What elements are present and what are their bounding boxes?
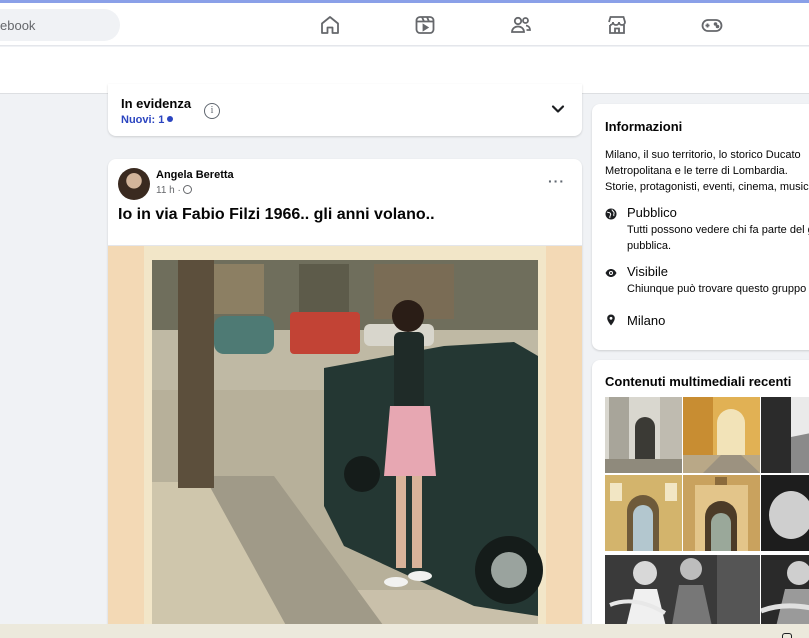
- media-thumbnail[interactable]: [605, 555, 760, 631]
- globe-icon: [182, 185, 192, 194]
- featured-title: In evidenza: [121, 96, 192, 111]
- bottom-taskbar: [0, 624, 809, 638]
- privacy-description-line: Tutti possono vedere chi fa parte del gr…: [627, 224, 809, 236]
- description-line: Storie, protagonisti, eventi, cinema, mu…: [605, 181, 809, 193]
- new-dot-icon: [167, 116, 174, 122]
- recent-media-title: Contenuti multimediali recenti: [605, 374, 792, 389]
- street-photo-image: [144, 246, 546, 638]
- ornate-portal-photo: [683, 475, 760, 551]
- privacy-label: Pubblico: [627, 205, 677, 220]
- video-icon[interactable]: [413, 13, 437, 37]
- description-line: Metropolitana e le terre di Lombardia.: [605, 165, 788, 177]
- privacy-description: Tutti possono vedere chi fa parte del gr…: [627, 222, 809, 254]
- privacy-description-line: pubblica.: [627, 240, 672, 252]
- archway-photo: [605, 397, 682, 473]
- post-text: Io in via Fabio Filzi 1966.. gli anni vo…: [118, 206, 435, 223]
- info-title: Informazioni: [605, 119, 683, 134]
- search-input[interactable]: [0, 9, 110, 41]
- globe-icon: [605, 208, 617, 220]
- yellow-courtyard-photo: [683, 397, 760, 473]
- media-thumbnail[interactable]: [761, 397, 809, 473]
- recent-media-card: Contenuti multimediali recenti: [592, 360, 809, 638]
- post-author[interactable]: Angela Beretta: [156, 169, 234, 181]
- info-icon[interactable]: i: [204, 103, 220, 119]
- post-meta: 11 h ·: [156, 185, 192, 196]
- search-box[interactable]: [0, 9, 120, 41]
- marketplace-icon[interactable]: [605, 13, 629, 37]
- visibility-label: Visibile: [627, 264, 668, 279]
- featured-new-count: Nuovi: 1: [121, 114, 174, 126]
- guitarist-photo: [761, 555, 809, 631]
- featured-section[interactable]: In evidenza Nuovi: 1 i: [108, 84, 582, 136]
- post-photo[interactable]: [108, 245, 582, 638]
- description-line: Milano, il suo territorio, lo storico Du…: [605, 149, 801, 161]
- media-thumbnail[interactable]: [605, 475, 682, 551]
- media-thumbnail[interactable]: [605, 397, 682, 473]
- black-white-photo: [761, 475, 809, 551]
- group-info-card: Informazioni Milano, il suo territorio, …: [592, 104, 809, 350]
- media-thumbnail[interactable]: [683, 475, 760, 551]
- top-navigation-bar: [0, 0, 809, 46]
- musicians-photo: [605, 555, 760, 631]
- home-icon[interactable]: [318, 13, 342, 37]
- location-pin-icon: [607, 314, 615, 326]
- post-time[interactable]: 11 h ·: [156, 185, 181, 196]
- location-label[interactable]: Milano: [627, 313, 665, 328]
- system-tray-icon[interactable]: [782, 633, 792, 638]
- visibility-description: Chiunque può trovare questo gruppo: [627, 283, 807, 295]
- post-card: Angela Beretta 11 h · ··· Io in via Fabi…: [108, 159, 582, 638]
- media-thumbnail[interactable]: [683, 397, 760, 473]
- media-thumbnail[interactable]: [761, 475, 809, 551]
- yellow-facade-photo: [605, 475, 682, 551]
- friends-icon[interactable]: [509, 13, 533, 37]
- eye-icon: [605, 269, 617, 277]
- group-description: Milano, il suo territorio, lo storico Du…: [605, 147, 809, 195]
- more-options-icon[interactable]: ···: [548, 173, 565, 189]
- media-thumbnail[interactable]: [761, 555, 809, 631]
- avatar[interactable]: [118, 168, 150, 200]
- chevron-down-icon[interactable]: [551, 104, 565, 114]
- gaming-icon[interactable]: [700, 13, 724, 37]
- black-white-photo: [761, 397, 809, 473]
